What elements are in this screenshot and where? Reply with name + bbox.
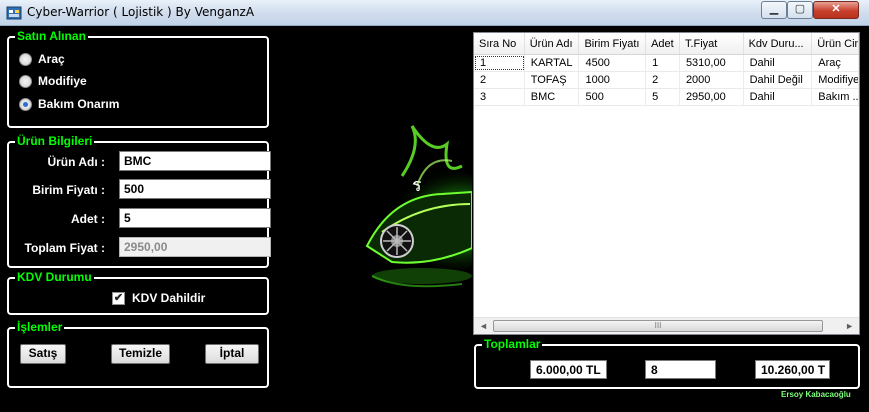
table-cell[interactable]: Dahil Değil [744,72,813,88]
radio-button-checked-icon[interactable] [19,97,32,111]
table-cell[interactable]: Modifiye [812,72,859,88]
table-cell[interactable]: 4500 [579,55,647,71]
table-cell[interactable]: 1 [646,55,680,71]
birim-fiyati-label: Birim Fiyatı : [32,183,105,197]
urun-adi-input[interactable] [119,151,271,171]
urun-adi-label: Ürün Adı : [47,155,105,169]
close-button[interactable]: ✕ [813,1,859,19]
table-cell[interactable]: BMC [525,89,580,105]
group-kdv-durumu: KDV Durumu ✔ KDV Dahildir [7,270,269,315]
adet-input[interactable] [119,208,271,228]
temizle-button[interactable]: Temizle [111,344,170,364]
maximize-button[interactable]: ▢ [787,1,813,19]
radio-button-icon[interactable] [19,52,32,66]
radio-button-icon[interactable] [19,74,32,88]
total-with-kdv-field: 10.260,00 T [755,360,830,379]
minimize-button[interactable]: ▁ [761,1,787,19]
checkbox-checked-icon[interactable]: ✔ [112,291,125,305]
radio-arac[interactable]: Araç [19,52,65,66]
adet-label: Adet : [71,212,105,226]
radio-label: Bakım Onarım [38,97,120,111]
window-title: Cyber-Warrior ( Lojistik ) By VenganzA [27,5,255,19]
toplam-fiyat-label: Toplam Fiyat : [24,241,105,255]
table-cell[interactable]: 5310,00 [680,55,744,71]
title-bar[interactable]: Cyber-Warrior ( Lojistik ) By VenganzA ▁… [0,0,869,26]
group-legend-satin-alinan: Satın Alınan [15,29,88,43]
column-header[interactable]: Ürün Adı [525,33,580,54]
column-header[interactable]: Kdv Duru... [744,33,813,54]
table-cell[interactable]: Bakım ... [812,89,859,105]
birim-fiyati-input[interactable] [119,179,271,199]
table-cell[interactable]: 1000 [579,72,647,88]
group-toplamlar: Toplamlar 6.000,00 TL 8 10.260,00 T [474,337,860,389]
table-cell[interactable]: 5 [646,89,680,105]
table-cell[interactable]: Dahil [744,55,813,71]
column-header[interactable]: Sıra No [474,33,525,54]
kdv-dahildir-checkbox[interactable]: ✔ KDV Dahildir [112,291,205,305]
radio-bakim-onarim[interactable]: Bakım Onarım [19,97,119,111]
table-cell[interactable]: 2000 [680,72,744,88]
radio-modifiye[interactable]: Modifiye [19,74,87,88]
table-row[interactable]: 3 BMC 500 5 2950,00 Dahil Bakım ... [474,89,859,106]
table-cell[interactable]: Araç [812,55,859,71]
neon-car-artwork: ร [362,125,472,288]
group-satin-alinan: Satın Alınan Araç Modifiye Bakım Onarım [7,29,269,128]
toplam-fiyat-input [119,237,271,257]
group-legend-islemler: İşlemler [15,320,65,334]
table-row[interactable]: 2 TOFAŞ 1000 2 2000 Dahil Değil Modifiye [474,72,859,89]
column-header[interactable]: T.Fiyat [680,33,744,54]
table-cell[interactable]: KARTAL [525,55,580,71]
total-amount-field: 6.000,00 TL [530,360,607,379]
group-legend-kdv: KDV Durumu [15,270,94,284]
table-row[interactable]: 1 KARTAL 4500 1 5310,00 Dahil Araç [474,55,859,72]
client-area: Satın Alınan Araç Modifiye Bakım Onarım … [0,26,869,412]
horizontal-scrollbar[interactable]: ◄ III ► [474,317,859,334]
table-cell[interactable]: Dahil [744,89,813,105]
sales-data-grid[interactable]: Sıra No Ürün Adı Birim Fiyatı Adet T.Fiy… [473,32,860,335]
table-cell[interactable]: TOFAŞ [525,72,580,88]
radio-label: Araç [38,52,65,66]
scrollbar-thumb[interactable]: III [493,320,823,332]
group-urun-bilgileri: Ürün Bilgileri Ürün Adı : Birim Fiyatı :… [7,134,271,268]
group-islemler: İşlemler Satış Temizle İptal [7,320,269,388]
table-cell[interactable]: 2 [646,72,680,88]
column-header[interactable]: Birim Fiyatı [579,33,647,54]
checkbox-label: KDV Dahildir [132,291,206,305]
group-legend-toplamlar: Toplamlar [482,337,543,351]
iptal-button[interactable]: İptal [205,344,259,364]
scroll-right-icon[interactable]: ► [845,321,854,331]
scroll-left-icon[interactable]: ◄ [479,321,488,331]
table-cell[interactable]: 500 [579,89,647,105]
column-header[interactable]: Ürün Cins [812,33,859,54]
total-quantity-field: 8 [645,360,716,379]
table-cell[interactable]: 3 [474,89,525,105]
table-cell[interactable]: 2 [474,72,525,88]
column-header[interactable]: Adet [646,33,680,54]
table-cell[interactable]: 2950,00 [680,89,744,105]
group-legend-urun-bilgileri: Ürün Bilgileri [15,134,95,148]
grid-header: Sıra No Ürün Adı Birim Fiyatı Adet T.Fiy… [474,33,859,55]
app-icon [6,6,22,20]
radio-label: Modifiye [38,74,87,88]
svg-text:ร: ร [412,175,422,196]
satis-button[interactable]: Satış [20,344,66,364]
author-credit: Ersoy Kabacaoğlu [781,390,851,399]
table-cell[interactable]: 1 [474,55,525,71]
